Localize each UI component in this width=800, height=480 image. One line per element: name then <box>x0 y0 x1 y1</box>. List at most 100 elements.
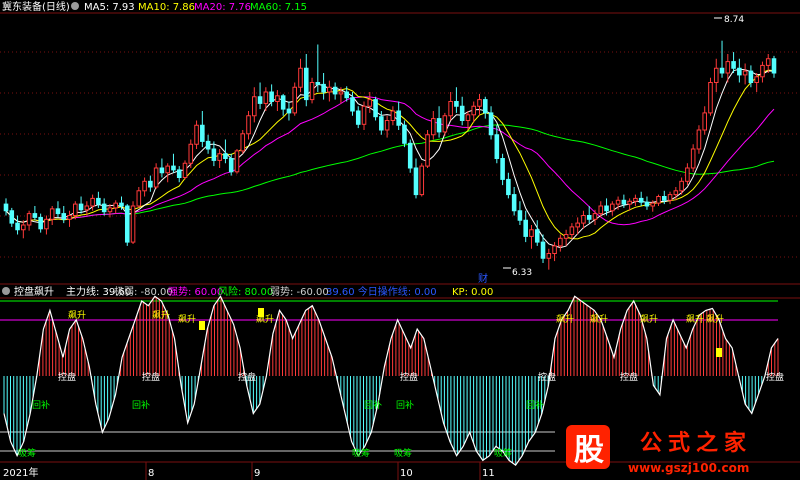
candle-up <box>309 82 315 101</box>
signal-feng-sheng: 飙升 <box>590 313 608 325</box>
candle-up <box>685 167 690 182</box>
candle-up <box>384 120 390 131</box>
month-tick-label: 11 <box>482 468 495 479</box>
candle-up <box>275 95 280 103</box>
low-price-label: 6.33 <box>512 268 532 278</box>
candle-down <box>119 202 124 207</box>
candle-up <box>563 234 569 239</box>
candle-down <box>32 213 38 218</box>
candle-up <box>615 199 621 205</box>
signal-feng-sheng: 飙升 <box>152 309 170 321</box>
candle-down <box>101 203 107 213</box>
candle-down <box>15 222 20 231</box>
month-tick-label: 10 <box>400 468 413 479</box>
candle-down <box>379 116 384 131</box>
candle-up <box>465 114 471 122</box>
ma5-label: MA5: 7.93 <box>84 2 135 13</box>
candle-down <box>488 112 494 136</box>
candle-down <box>748 70 754 83</box>
candle-up <box>598 205 604 215</box>
ma60-label: MA60: 7.15 <box>250 2 307 13</box>
candle-up <box>246 115 251 135</box>
signal-kong-pan: 控盘 <box>620 371 638 383</box>
stock-chart: 冀东装备(日线) MA5: 7.93 MA10: 7.86 MA20: 7.76… <box>0 0 800 480</box>
candle-down <box>223 153 228 159</box>
candle-up <box>292 86 298 114</box>
candle-down <box>228 158 234 173</box>
candle-down <box>205 140 211 150</box>
indicator-name[interactable]: 控盘飙升 <box>14 285 54 298</box>
ma20-label: MA20: 7.76 <box>194 2 251 13</box>
candle-down <box>454 101 459 107</box>
candle-up <box>656 196 661 204</box>
indicator-toggle-icon[interactable] <box>2 287 10 295</box>
candle-down <box>200 124 205 142</box>
candle-up <box>673 190 679 196</box>
candle-down <box>506 178 511 196</box>
month-tick-label: 9 <box>254 468 260 479</box>
signal-kong-pan: 控盘 <box>766 371 784 383</box>
candle-up <box>49 208 55 220</box>
signal-kong-pan: 控盘 <box>538 371 556 383</box>
candle-up <box>327 86 332 93</box>
candle-down <box>517 210 523 221</box>
kp-label: KP: 0.00 <box>452 287 493 298</box>
security-title[interactable]: 冀东装备(日线) <box>2 0 70 13</box>
candle-down <box>604 205 609 212</box>
signal-xi-chou: 吸筹 <box>494 447 512 459</box>
candle-down <box>523 219 528 237</box>
candle-down <box>355 110 361 125</box>
candle-down <box>286 108 292 114</box>
signal-feng-sheng: 飙升 <box>68 309 86 321</box>
candle-up <box>569 226 575 235</box>
signal-xi-chou: 吸筹 <box>18 447 36 459</box>
candle-down <box>494 134 500 159</box>
candle-up <box>182 162 188 178</box>
kp-marker <box>258 308 264 317</box>
candle-down <box>38 216 43 230</box>
signal-feng-sheng: 飙升 <box>686 313 704 325</box>
candle-up <box>742 70 748 76</box>
candle-up <box>234 150 240 173</box>
candle-up <box>431 118 436 136</box>
candle-down <box>61 213 67 220</box>
candle-up <box>610 203 615 212</box>
watermark-url: www.gszj100.com <box>628 461 749 475</box>
signal-feng-sheng: 飙升 <box>706 313 724 325</box>
candle-up <box>754 76 759 84</box>
candle-up <box>263 91 269 104</box>
signal-feng-sheng: 飙升 <box>640 313 658 325</box>
finance-marker[interactable]: 财 <box>478 272 488 285</box>
strong-label: 强势: 60.00 <box>168 285 223 298</box>
candle-down <box>586 215 592 220</box>
legend-toggle-icon[interactable] <box>71 2 79 10</box>
candle-up <box>552 245 557 254</box>
candle-down <box>159 167 165 174</box>
candle-up <box>338 91 344 95</box>
kp-marker <box>199 321 205 330</box>
candle-down <box>124 205 130 243</box>
candle-down <box>661 196 667 201</box>
candle-down <box>540 241 546 259</box>
candle-down <box>511 194 517 212</box>
candle-up <box>633 197 638 202</box>
watermark: 股 公式之家 www.gszj100.com <box>566 425 749 475</box>
candle-up <box>650 202 656 207</box>
candle-down <box>500 158 505 180</box>
candle-down <box>737 67 742 76</box>
candle-down <box>436 118 442 133</box>
signal-kong-pan: 控盘 <box>142 371 160 383</box>
candle-up <box>367 99 373 107</box>
month-tick-label: 8 <box>148 468 154 479</box>
candle-up <box>361 105 367 125</box>
candle-down <box>407 142 413 169</box>
candle-up <box>165 165 170 174</box>
signal-hui-bu: 回补 <box>526 399 544 411</box>
candle-down <box>771 58 777 74</box>
candle-up <box>546 253 552 259</box>
candle-down <box>731 61 736 69</box>
very-weak-label: 极弱: -80.00 <box>114 285 173 298</box>
candle-up <box>471 105 477 116</box>
candle-up <box>142 180 147 192</box>
candle-up <box>581 215 586 224</box>
